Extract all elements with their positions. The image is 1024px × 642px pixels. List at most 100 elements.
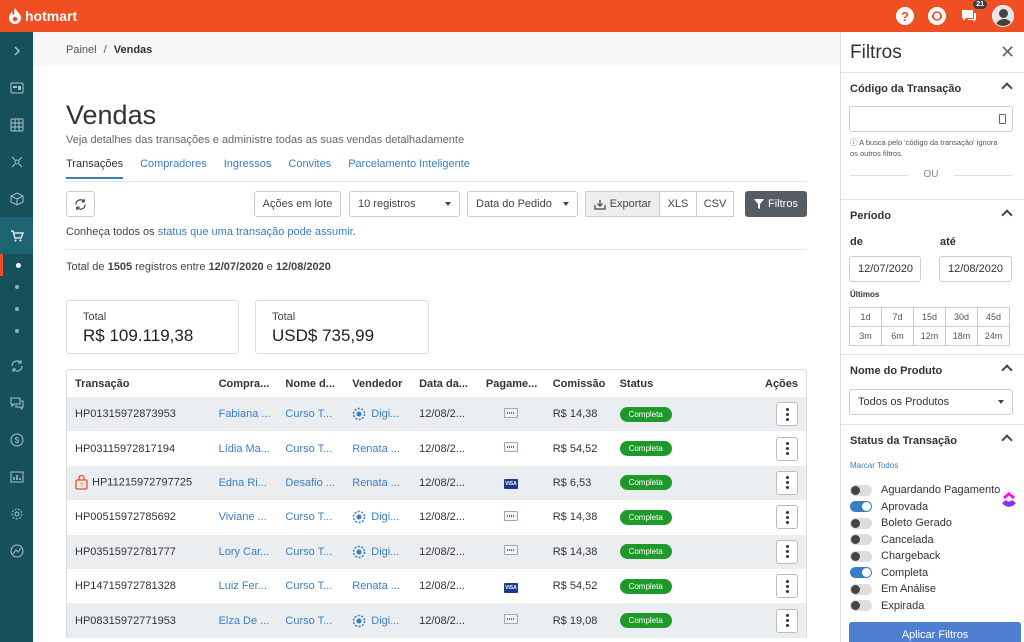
tab-parcelamento[interactable]: Parcelamento Inteligente	[348, 158, 470, 179]
transaction-id[interactable]: HP03515972781777	[67, 546, 211, 558]
seller-link[interactable]: Renata ...	[344, 443, 411, 455]
mark-all-link[interactable]: Marcar Todos	[850, 461, 898, 470]
status-toggle-row[interactable]: Cancelada	[850, 534, 934, 546]
seller-link[interactable]: Renata ...	[344, 580, 411, 592]
product-link[interactable]: Curso T...	[277, 443, 344, 455]
toggle-switch[interactable]	[850, 567, 872, 578]
col-nome-produto[interactable]: Nome d...	[277, 378, 344, 390]
col-vendedor[interactable]: Vendedor	[344, 378, 411, 390]
row-actions-button[interactable]	[776, 505, 799, 530]
product-link[interactable]: Curso T...	[277, 615, 344, 627]
period-to-input[interactable]: 12/08/2020	[939, 256, 1012, 282]
col-comprador[interactable]: Compra...	[211, 378, 278, 390]
range-12m[interactable]: 12m	[914, 327, 946, 346]
close-icon[interactable]: ✕	[1000, 42, 1015, 63]
row-actions-button[interactable]	[776, 539, 799, 564]
expand-sidebar-icon[interactable]	[0, 32, 33, 69]
range-6m[interactable]: 6m	[882, 327, 914, 346]
range-3m[interactable]: 3m	[850, 327, 882, 346]
buyer-link[interactable]: Luiz Fer...	[211, 580, 278, 592]
table-row[interactable]: HP14715972781328 Luiz Fer... Curso T... Ren…	[67, 569, 806, 603]
table-row[interactable]: HP00515972785692 Viviane ... Curso T... Dig…	[67, 500, 806, 534]
status-toggle-row[interactable]: Boleto Gerado	[850, 517, 952, 529]
table-row[interactable]: HP03515972781777 Lory Car... Curso T... Dig…	[67, 534, 806, 569]
table-row[interactable]: HP08315972771953 Elza De ... Curso T... Dig…	[67, 603, 806, 638]
range-1d[interactable]: 1d	[850, 308, 882, 327]
status-toggle-row[interactable]: Em Análise	[850, 583, 936, 595]
col-pagamento[interactable]: Pagame...	[478, 378, 545, 390]
tab-transacoes[interactable]: Transações	[66, 158, 124, 179]
seller-link[interactable]: Digi...	[344, 510, 411, 524]
breadcrumb-painel[interactable]: Painel	[66, 44, 97, 56]
date-field-select[interactable]: Data do Pedido	[467, 191, 578, 217]
transaction-code-input[interactable]	[849, 106, 1013, 132]
chevron-up-icon[interactable]	[1001, 434, 1013, 446]
tab-ingressos[interactable]: Ingressos	[224, 158, 272, 179]
transaction-id[interactable]: HP08315972771953	[67, 615, 211, 627]
sidebar-subitem[interactable]	[0, 298, 33, 320]
toggle-switch[interactable]	[850, 550, 872, 562]
settings-gear-icon[interactable]	[0, 495, 33, 532]
status-toggle-row[interactable]: Chargeback	[850, 550, 940, 562]
transaction-id[interactable]: HP14715972781328	[67, 580, 211, 592]
network-icon[interactable]	[0, 143, 33, 180]
row-actions-button[interactable]	[776, 402, 799, 427]
transaction-id[interactable]: HP03115972817194	[67, 443, 211, 455]
seller-link[interactable]: Digi...	[344, 545, 411, 559]
buyer-link[interactable]: Lory Car...	[211, 546, 278, 558]
table-row[interactable]: ? HP11215972797725 Edna Ri... Desafio ... Re…	[67, 465, 806, 501]
toggle-switch[interactable]	[850, 517, 872, 529]
seller-link[interactable]: Digi...	[344, 407, 411, 421]
sales-cart-icon[interactable]	[0, 217, 33, 254]
row-actions-button[interactable]	[776, 436, 799, 461]
status-info-link[interactable]: status que uma transação pode assumir	[158, 226, 353, 238]
period-from-input[interactable]: 12/07/2020	[849, 256, 921, 282]
finance-dollar-icon[interactable]: $	[0, 421, 33, 458]
user-avatar[interactable]	[992, 5, 1014, 27]
analytics-icon[interactable]	[0, 532, 33, 569]
export-button[interactable]: Exportar	[585, 191, 660, 217]
status-toggle-row[interactable]: Aprovada	[850, 501, 928, 513]
range-7d[interactable]: 7d	[882, 308, 914, 327]
status-toggle-row[interactable]: Expirada	[850, 600, 924, 612]
row-actions-button[interactable]	[776, 574, 799, 599]
range-15d[interactable]: 15d	[914, 308, 946, 327]
transaction-id[interactable]: HP01315972873953	[67, 408, 211, 420]
buyer-link[interactable]: Edna Ri...	[211, 477, 278, 489]
csv-button[interactable]: CSV	[696, 191, 734, 217]
chat-notifications-icon[interactable]: 21	[960, 0, 987, 25]
row-actions-button[interactable]	[776, 608, 799, 633]
table-row[interactable]: HP01315972873953 Fabiana ... Curso T... Dig…	[67, 397, 806, 432]
chevron-up-icon[interactable]	[1001, 82, 1013, 94]
tab-compradores[interactable]: Compradores	[140, 158, 207, 179]
transaction-id[interactable]: ? HP11215972797725	[67, 475, 211, 491]
messages-icon[interactable]	[0, 384, 33, 421]
reports-chart-icon[interactable]	[0, 458, 33, 495]
buyer-link[interactable]: Fabiana ...	[211, 408, 278, 420]
col-data[interactable]: Data da...	[411, 378, 478, 390]
recurrence-icon[interactable]	[0, 347, 33, 384]
product-link[interactable]: Curso T...	[277, 546, 344, 558]
tab-convites[interactable]: Convites	[288, 158, 331, 179]
refresh-button[interactable]	[66, 191, 95, 217]
xls-button[interactable]: XLS	[659, 191, 697, 217]
range-30d[interactable]: 30d	[946, 308, 978, 327]
sidebar-subitem-vendas[interactable]	[0, 254, 33, 276]
toggle-switch[interactable]	[850, 600, 872, 611]
transaction-id[interactable]: HP00515972785692	[67, 511, 211, 523]
sidebar-subitem[interactable]	[0, 276, 33, 298]
chevron-up-icon[interactable]	[1001, 364, 1013, 376]
dashboard-icon[interactable]	[0, 69, 33, 106]
chevron-up-icon[interactable]	[1001, 209, 1013, 221]
status-toggle-row[interactable]: Aguardando Pagamento	[850, 484, 1000, 496]
range-45d[interactable]: 45d	[978, 308, 1010, 327]
buyer-link[interactable]: Lídia Ma...	[211, 443, 278, 455]
toggle-switch[interactable]	[850, 501, 872, 512]
row-actions-button[interactable]	[776, 470, 799, 495]
page-size-select[interactable]: 10 registros	[349, 191, 460, 217]
range-18m[interactable]: 18m	[946, 327, 978, 346]
toggle-switch[interactable]	[850, 583, 872, 595]
toggle-switch[interactable]	[850, 484, 872, 496]
range-24m[interactable]: 24m	[978, 327, 1010, 346]
apply-filters-button[interactable]: Aplicar Filtros	[849, 622, 1021, 642]
